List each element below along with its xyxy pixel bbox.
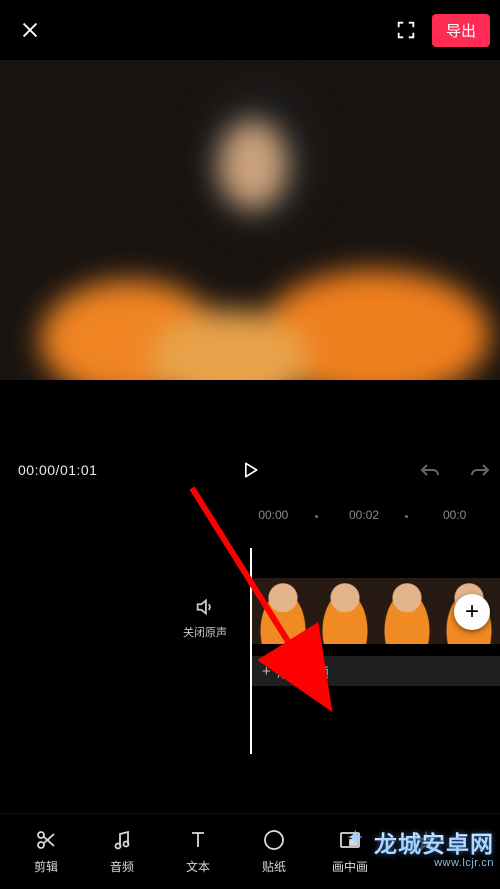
redo-button[interactable]	[464, 454, 496, 486]
time-display: 00:00/01:01	[18, 462, 97, 478]
scissors-icon	[34, 828, 58, 852]
tool-label: 贴纸	[262, 858, 286, 875]
pip-icon	[338, 828, 362, 852]
plus-icon: +	[262, 663, 271, 680]
clip-thumb	[252, 578, 314, 644]
current-time: 00:00	[18, 462, 56, 478]
tool-pip[interactable]: 画中画	[312, 828, 388, 875]
tool-text[interactable]: 文本	[160, 828, 236, 875]
top-bar: 导出	[0, 0, 500, 60]
add-track-button[interactable]: +	[454, 594, 490, 630]
tool-label: 剪辑	[34, 858, 58, 875]
tool-edit[interactable]: 剪辑	[8, 828, 84, 875]
clip-thumb	[376, 578, 438, 644]
tool-more[interactable]	[388, 830, 464, 874]
sticker-icon	[262, 828, 286, 852]
tool-label: 文本	[186, 858, 210, 875]
timeline-ruler[interactable]: 00:00 00:02 00:0	[0, 500, 500, 530]
undo-icon	[418, 458, 442, 482]
mute-label: 关闭原声	[183, 624, 227, 640]
undo-button[interactable]	[414, 454, 446, 486]
player-controls: 00:00/01:01	[0, 440, 500, 500]
fullscreen-button[interactable]	[386, 10, 426, 50]
play-icon	[240, 460, 260, 480]
ruler-tick: 00:00	[258, 508, 288, 522]
track-area: 关闭原声 + + 添加音频	[0, 556, 500, 746]
add-audio-label: 添加音频	[277, 662, 329, 681]
music-note-icon	[110, 828, 134, 852]
text-icon	[186, 828, 210, 852]
fullscreen-icon	[395, 19, 417, 41]
mute-original-button[interactable]: 关闭原声	[180, 596, 230, 640]
ruler-tick: 00:02	[349, 508, 379, 522]
total-time: 01:01	[60, 462, 98, 478]
tool-sticker[interactable]: 贴纸	[236, 828, 312, 875]
clip-thumb	[314, 578, 376, 644]
tool-label: 音频	[110, 858, 134, 875]
preview-frame	[0, 60, 500, 380]
tool-label: 画中画	[332, 858, 368, 875]
close-icon	[19, 19, 41, 41]
video-preview[interactable]	[0, 60, 500, 380]
playhead[interactable]	[250, 548, 252, 754]
add-audio-track[interactable]: + 添加音频	[252, 656, 500, 686]
export-button[interactable]: 导出	[432, 14, 490, 47]
redo-icon	[468, 458, 492, 482]
tool-audio[interactable]: 音频	[84, 828, 160, 875]
bottom-toolbar: 剪辑 音频 文本 贴纸 画中画	[0, 813, 500, 889]
close-button[interactable]	[10, 10, 50, 50]
effects-icon	[414, 830, 438, 854]
play-button[interactable]	[230, 450, 270, 490]
timeline: 00:00 00:02 00:0 关闭原声 + + 添加音频	[0, 500, 500, 746]
plus-icon: +	[465, 598, 479, 626]
ruler-tick: 00:0	[443, 508, 466, 522]
speaker-icon	[194, 596, 216, 618]
